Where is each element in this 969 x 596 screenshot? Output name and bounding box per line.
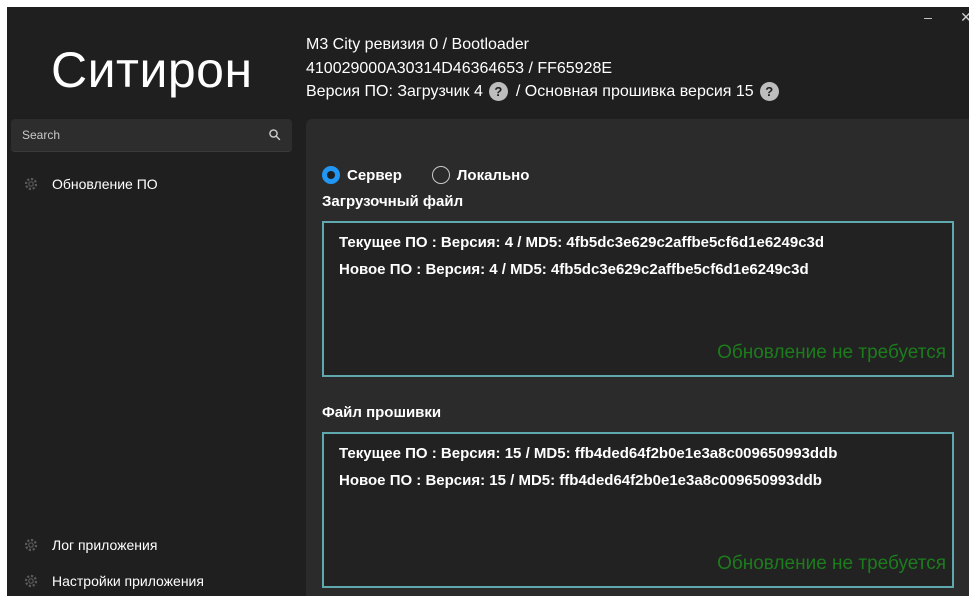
minimize-button[interactable]: – bbox=[917, 7, 939, 29]
gear-icon bbox=[24, 574, 38, 588]
radio-server[interactable] bbox=[322, 166, 340, 184]
radio-local[interactable] bbox=[431, 166, 450, 184]
bootloader-version: Версия ПО: Загрузчик 4 bbox=[306, 83, 483, 100]
app-title: Ситирон bbox=[51, 42, 253, 98]
device-model: M3 City ревизия 0 / Bootloader bbox=[306, 36, 529, 53]
firmware-new: Новое ПО : Версия: 15 / MD5: ffb4ded64f2… bbox=[339, 472, 822, 489]
gear-icon bbox=[24, 177, 38, 191]
bootloader-new: Новое ПО : Версия: 4 / MD5: 4fb5dc3e629c… bbox=[339, 261, 809, 278]
sidebar-item-firmware-update[interactable]: Обновление ПО bbox=[23, 176, 158, 192]
firmware-current: Текущее ПО : Версия: 15 / MD5: ffb4ded64… bbox=[339, 445, 838, 462]
bootloader-status: Обновление не требуется bbox=[717, 342, 946, 363]
app-window: – ✕ Ситирон Search Обновление ПО Лог при… bbox=[7, 7, 969, 596]
bootloader-current: Текущее ПО : Версия: 4 / MD5: 4fb5dc3e62… bbox=[339, 234, 825, 251]
source-selector: Сервер Локально bbox=[322, 166, 559, 184]
gear-icon bbox=[24, 538, 38, 552]
sidebar-item-label: Настройки приложения bbox=[52, 573, 204, 589]
main-firmware-version: / Основная прошивка версия 15 bbox=[515, 83, 754, 100]
device-serial: 410029000A30314D46364653 / FF65928E bbox=[306, 59, 613, 77]
sidebar-item-label: Обновление ПО bbox=[52, 176, 158, 192]
radio-local-label[interactable]: Локально bbox=[457, 167, 530, 184]
bootloader-info-box: Текущее ПО : Версия: 4 / MD5: 4fb5dc3e62… bbox=[322, 221, 954, 377]
bootloader-section-title: Загрузочный файл bbox=[322, 193, 464, 210]
help-icon[interactable]: ? bbox=[488, 82, 508, 102]
firmware-info-box: Текущее ПО : Версия: 15 / MD5: ffb4ded64… bbox=[322, 432, 954, 588]
main-content: Сервер Локально Загрузочный файл Текущее… bbox=[306, 119, 969, 596]
sidebar-item-label: Лог приложения bbox=[52, 537, 158, 553]
sidebar-item-app-settings[interactable]: Настройки приложения bbox=[23, 573, 204, 589]
sidebar: Ситирон Search Обновление ПО Лог приложе… bbox=[7, 7, 304, 596]
search-input[interactable]: Search bbox=[22, 128, 60, 142]
close-button[interactable]: ✕ bbox=[955, 7, 969, 29]
search-box[interactable]: Search bbox=[11, 119, 292, 152]
search-icon[interactable] bbox=[268, 128, 282, 142]
firmware-versions: Версия ПО: Загрузчик 4 ? / Основная прош… bbox=[306, 80, 783, 104]
firmware-status: Обновление не требуется bbox=[717, 553, 946, 574]
help-icon[interactable]: ? bbox=[759, 82, 779, 102]
radio-server-label[interactable]: Сервер bbox=[347, 167, 402, 184]
sidebar-item-app-log[interactable]: Лог приложения bbox=[23, 537, 157, 553]
device-info-header: M3 City ревизия 0 / Bootloader 410029000… bbox=[306, 33, 783, 104]
firmware-section-title: Файл прошивки bbox=[322, 404, 442, 421]
